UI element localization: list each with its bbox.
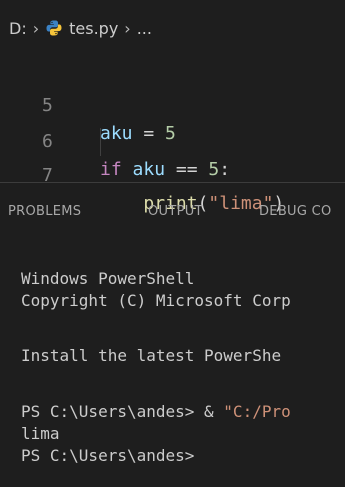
code-line: 7 print("lima") [0,134,284,214]
terminal-output: lima [21,424,60,443]
code-token: if [100,159,122,180]
breadcrumb-more[interactable]: ... [137,19,152,38]
line-number: 6 [42,131,53,152]
code-token: : [219,159,231,180]
tab-output[interactable]: OUTPUT [148,204,203,219]
terminal-command-path: "C:/Pro [223,402,291,421]
code-line: 5 aku = 5 [0,64,176,144]
tab-problems[interactable]: PROBLEMS [8,204,81,219]
code-token: == [165,159,209,180]
code-token: 5 [165,123,176,144]
code-token: aku [100,123,133,144]
panel-tabs: PROBLEMS OUTPUT DEBUG CO [0,196,345,230]
line-number: 5 [42,95,53,116]
breadcrumb-drive[interactable]: D: [9,19,27,38]
code-token: 5 [208,159,220,180]
breadcrumb-file[interactable]: tes.py [69,19,118,38]
terminal-line: Copyright (C) Microsoft Corp [21,291,291,310]
python-file-icon [46,20,62,36]
code-line: 6 if aku == 5: [0,100,230,180]
code-token: aku [132,159,166,180]
terminal-line: Windows PowerShell [21,269,195,288]
breadcrumb: D: › tes.py › ... [0,0,345,56]
terminal-line: Install the latest PowerShe [21,346,282,365]
chevron-right-icon: › [32,18,40,38]
terminal-prompt: PS C:\Users\andes> [21,446,195,465]
line-number: 7 [42,165,53,186]
panel-divider[interactable] [0,182,345,183]
indent-guide [100,128,101,156]
terminal-command: & [194,402,224,421]
code-editor[interactable]: 5 aku = 5 6 if aku == 5: 7 print("lima") [0,56,345,214]
chevron-right-icon: › [124,18,131,38]
terminal-prompt: PS C:\Users\andes> [21,402,195,421]
terminal-prompt-line: PS C:\Users\andes> & "C:/Pro [21,401,291,423]
tab-debug-console[interactable]: DEBUG CO [259,204,332,219]
code-token: = [132,123,166,144]
terminal[interactable]: Windows PowerShell Copyright (C) Microso… [0,240,345,487]
code-text: aku = 5 [100,120,176,148]
code-text: if aku == 5: [100,156,230,184]
